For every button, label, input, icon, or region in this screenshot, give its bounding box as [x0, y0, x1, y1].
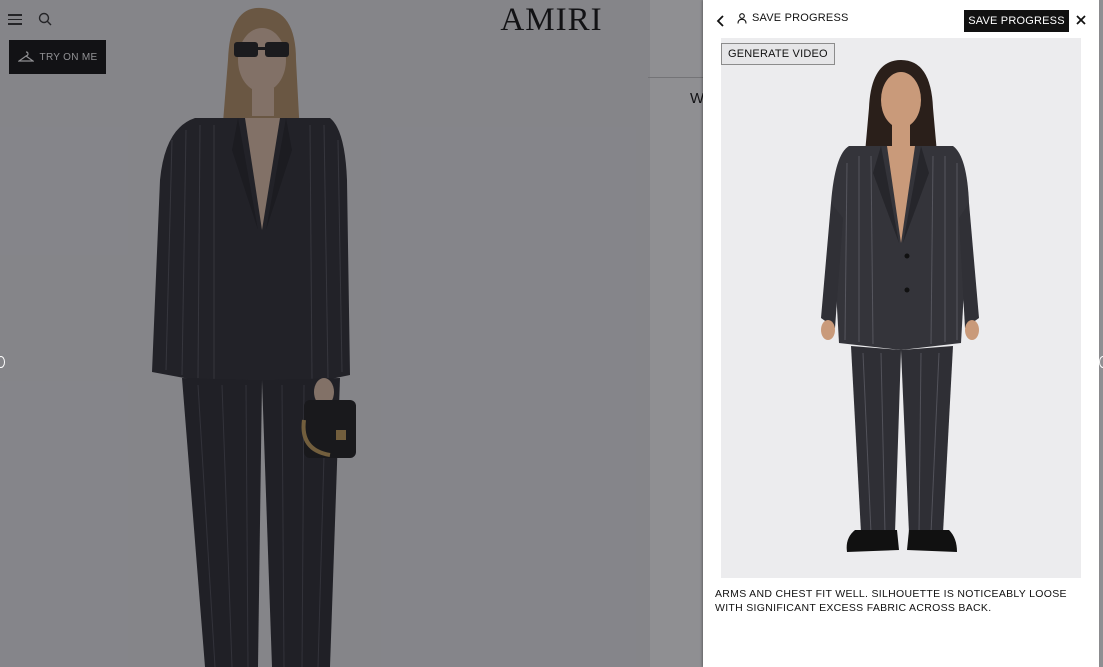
generated-model-photo	[821, 60, 979, 552]
panel-header: SAVE PROGRESS SAVE PROGRESS	[703, 0, 1099, 40]
carousel-handle-right[interactable]	[1099, 356, 1103, 368]
close-icon[interactable]	[1075, 14, 1087, 26]
try-on-panel: SAVE PROGRESS SAVE PROGRESS GENERATE VID…	[703, 0, 1099, 667]
save-progress-link[interactable]: SAVE PROGRESS	[737, 12, 849, 24]
save-progress-link-label: SAVE PROGRESS	[752, 12, 849, 24]
chevron-left-icon[interactable]	[715, 14, 727, 28]
try-on-result-image: GENERATE VIDEO	[721, 38, 1081, 578]
save-progress-button[interactable]: SAVE PROGRESS	[964, 10, 1069, 32]
user-icon	[737, 12, 747, 24]
generate-video-button[interactable]: GENERATE VIDEO	[721, 43, 835, 65]
fit-feedback-text: ARMS AND CHEST FIT WELL. SILHOUETTE IS N…	[715, 588, 1067, 614]
